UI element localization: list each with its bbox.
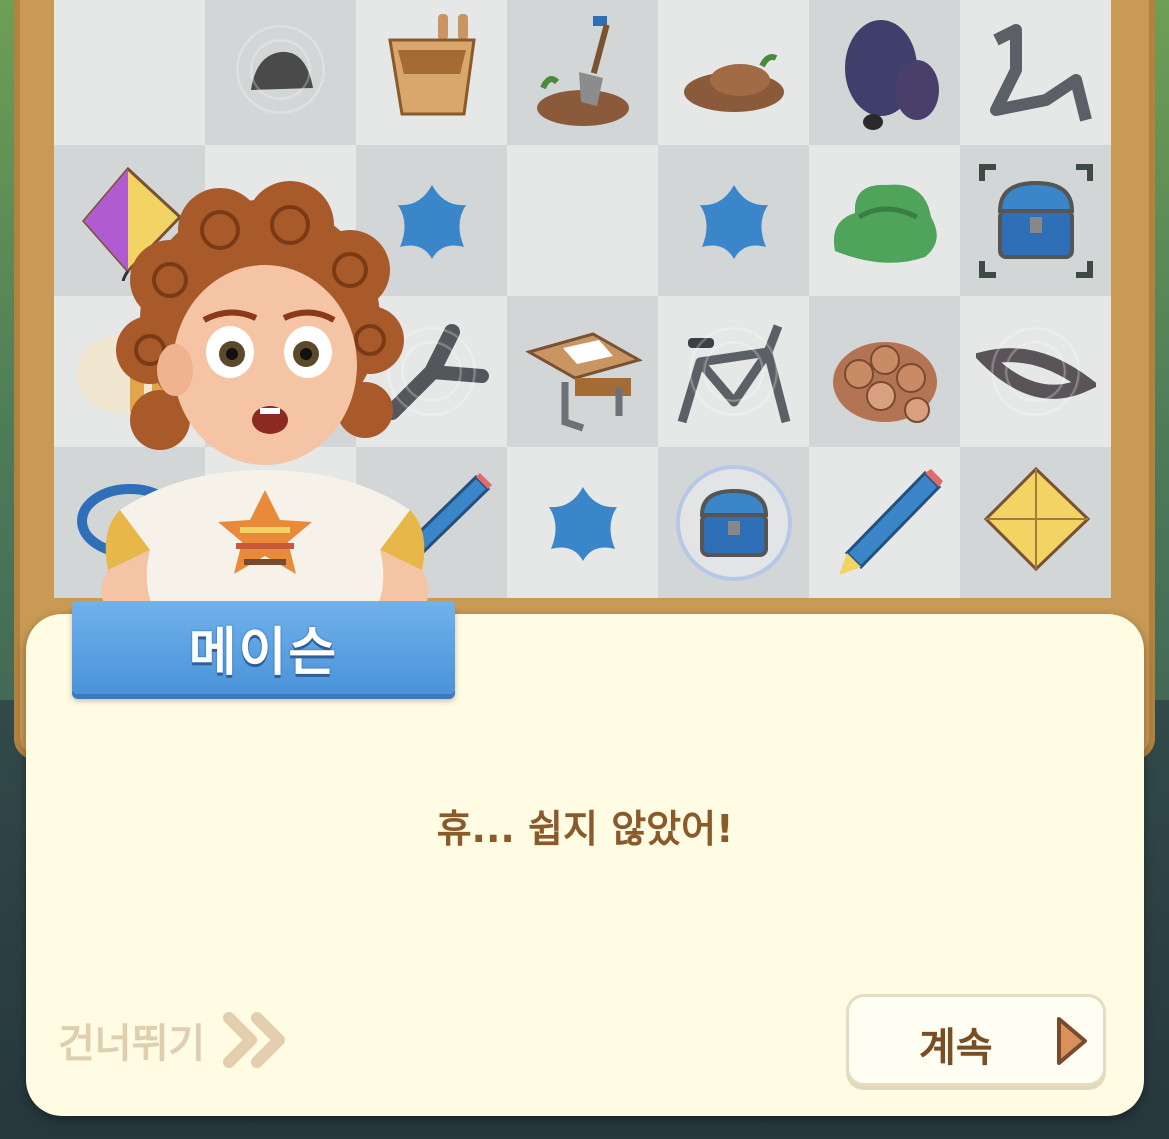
star-blob-icon	[548, 486, 617, 561]
rock-icon	[250, 51, 313, 90]
board-cell-pencil[interactable]	[809, 447, 960, 598]
board-cell-desk[interactable]	[507, 296, 658, 447]
board-cell-pipe[interactable]	[960, 0, 1111, 145]
board-cell-kite[interactable]	[960, 447, 1111, 598]
yellow-kite-icon	[983, 466, 1090, 571]
shovel-icon	[536, 15, 629, 126]
board-cell-slime[interactable]	[809, 145, 960, 296]
egg-icon	[844, 19, 939, 130]
board-cell-dirt[interactable]	[658, 0, 809, 145]
bicycle-icon	[677, 323, 790, 423]
school-desk-icon	[524, 331, 643, 431]
dirt-pile-icon	[683, 53, 784, 112]
green-slime-icon	[833, 184, 937, 263]
board-cell-treasure-chest-bubble[interactable]	[658, 447, 809, 598]
speaker-name-tag: 메이슨	[72, 601, 455, 694]
skip-button[interactable]: 건너뛰기	[58, 1010, 289, 1070]
skip-label: 건너뛰기	[58, 1021, 206, 1067]
play-arrow-icon	[1057, 1017, 1087, 1065]
board-cell-treasure-chest-selected[interactable]	[960, 145, 1111, 296]
coins-icon	[832, 341, 937, 423]
speaker-name: 메이슨	[188, 623, 339, 683]
board-cell-shovel[interactable]	[507, 0, 658, 145]
belt-icon	[975, 347, 1096, 399]
board-cell-coins[interactable]	[809, 296, 960, 447]
character-mason-avatar	[101, 181, 429, 620]
continue-label: 계속	[919, 1025, 993, 1071]
board-cell-empty[interactable]	[54, 0, 205, 145]
board-cell-belt[interactable]	[960, 296, 1111, 447]
board-cell-rock[interactable]	[205, 0, 356, 145]
star-blob-icon	[699, 184, 768, 259]
board-cell-star-blob[interactable]	[507, 447, 658, 598]
treasure-chest-icon	[978, 163, 1093, 278]
double-chevron-right-icon	[223, 1012, 286, 1068]
blue-pencil-icon	[838, 468, 943, 575]
board-cell-egg[interactable]	[809, 0, 960, 145]
continue-button[interactable]: 계속	[846, 994, 1106, 1086]
board-cell-bicycle[interactable]	[658, 296, 809, 447]
board-cell-empty[interactable]	[507, 145, 658, 296]
dialog-message: 휴... 쉽지 않았어!	[436, 807, 734, 851]
board-cell-star-blob[interactable]	[658, 145, 809, 296]
basket-icon	[387, 13, 476, 115]
board-cell-basket[interactable]	[356, 0, 507, 145]
pipe-icon	[989, 23, 1092, 121]
bubble-chest-icon	[675, 464, 792, 581]
